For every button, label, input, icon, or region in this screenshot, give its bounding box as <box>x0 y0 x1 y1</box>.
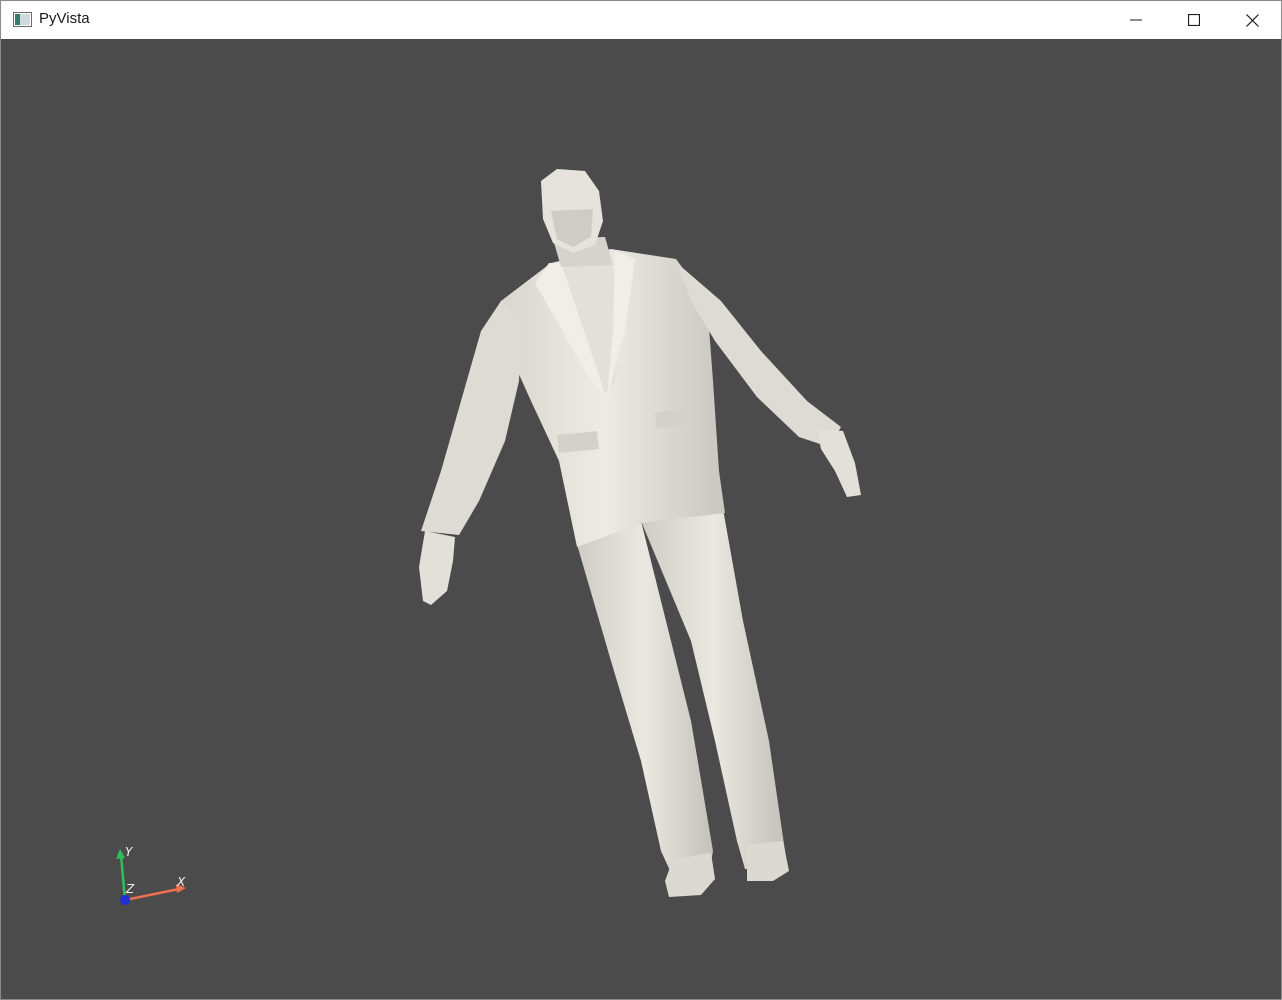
z-axis-dot <box>120 895 130 905</box>
mesh-right-hand <box>817 429 861 497</box>
window-title: PyVista <box>39 10 90 27</box>
close-icon <box>1245 13 1259 27</box>
z-axis-label: Z <box>125 882 135 896</box>
title-bar[interactable]: PyVista <box>1 1 1281 39</box>
y-axis-arrow <box>116 849 125 859</box>
y-axis-label: Y <box>125 845 134 859</box>
orientation-axes-widget: Y X Z <box>116 845 186 905</box>
maximize-button[interactable] <box>1165 1 1223 39</box>
pyvista-window: PyVista Y X Z <box>0 0 1282 1000</box>
mesh-left-hand <box>419 531 455 605</box>
mesh-left-arm <box>421 301 521 535</box>
minimize-button[interactable] <box>1107 1 1165 39</box>
x-axis-label: X <box>176 875 186 889</box>
maximize-icon <box>1188 14 1200 26</box>
minimize-icon <box>1130 19 1142 21</box>
pyvista-app-icon <box>13 12 32 27</box>
mesh-right-shoe <box>747 841 789 881</box>
render-viewport[interactable]: Y X Z <box>1 39 1281 999</box>
close-button[interactable] <box>1223 1 1281 39</box>
y-axis-line <box>119 854 127 901</box>
